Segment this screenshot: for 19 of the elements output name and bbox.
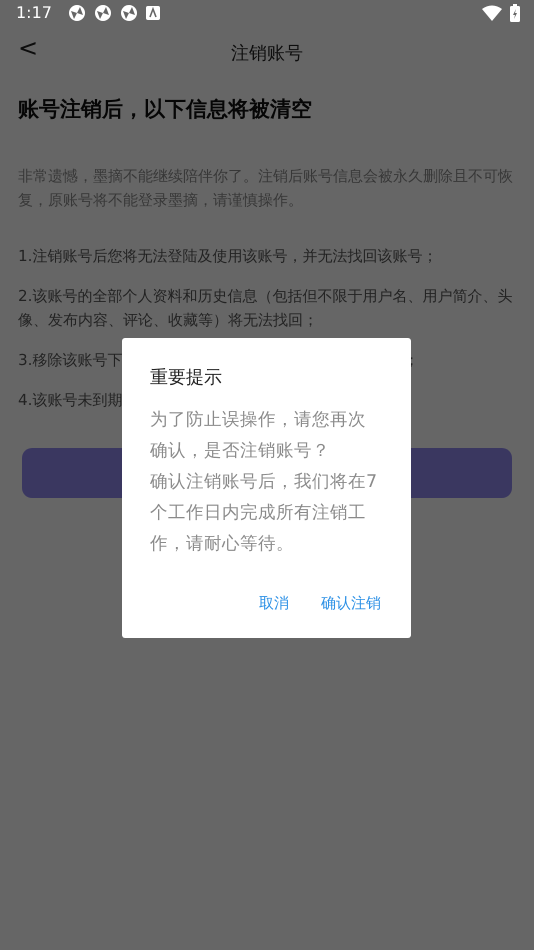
battery-icon xyxy=(510,4,520,22)
list-item-text: 3.移除该账号下 xyxy=(18,350,122,370)
status-icon xyxy=(68,4,86,22)
dialog-title: 重要提示 xyxy=(150,366,223,390)
dialog-message: 确认注销账号后，我们将在7个工作日内完成所有注销工作，请耐心等待。 xyxy=(150,471,378,556)
status-icon xyxy=(94,4,112,22)
back-button[interactable]: < xyxy=(14,34,42,63)
notification-icon xyxy=(146,6,160,20)
dialog-message: 为了防止误操作，请您再次确认，是否注销账号？ xyxy=(150,409,367,463)
status-time: 1:17 xyxy=(16,2,52,24)
status-icon xyxy=(120,4,138,22)
page-title: 注销账号 xyxy=(231,42,303,66)
dialog-button[interactable]: 取消 xyxy=(255,590,293,616)
section-heading: 账号注销后，以下信息将被清空 xyxy=(18,96,313,123)
list-item-text: 2.该账号的全部个人资料和历史信息（包括但不限于用户名、用户简介、头像、发布内容、评论、收藏等）将无法找回； xyxy=(18,286,514,330)
dialog-button[interactable]: 确认注销 xyxy=(317,590,385,616)
list-item-text: 4.该账号未到期 xyxy=(18,390,122,410)
wifi-icon xyxy=(482,5,502,21)
list-item-text: 1.注销账号后您将无法登陆及使用该账号，并无法找回该账号； xyxy=(18,246,438,266)
